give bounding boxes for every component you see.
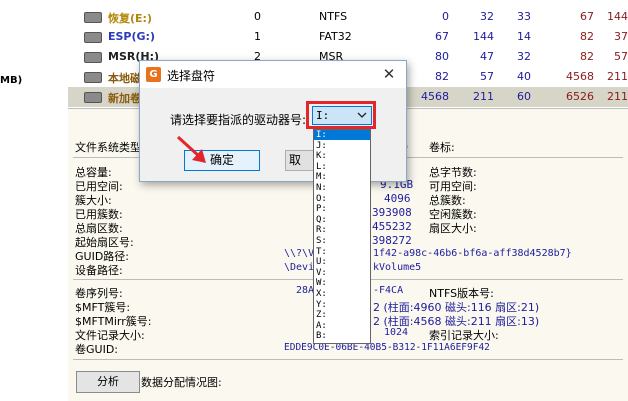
partition-c2: 32	[480, 10, 494, 23]
partition-c3: 14	[517, 30, 531, 43]
device-path-label: 设备路径:	[75, 264, 123, 277]
partition-c2: 57	[480, 70, 494, 83]
chevron-down-icon	[357, 109, 367, 124]
drive-letter-option[interactable]: K:	[314, 151, 370, 161]
total-sectors-value: 455232	[372, 220, 412, 233]
volume-guid-label: 卷GUID:	[75, 343, 118, 356]
allocation-chart-label: 数据分配情况图:	[141, 376, 222, 389]
partition-row[interactable]: 恢复(E:) 0 NTFS 0 32 33 67 144	[68, 7, 628, 27]
partition-c4: 82	[580, 30, 594, 43]
drive-letter-option[interactable]: V:	[314, 268, 370, 278]
partition-c3: 40	[517, 70, 531, 83]
drive-letter-option[interactable]: A:	[314, 321, 370, 331]
left-pane-fragment: MB)	[0, 75, 23, 86]
drive-letter-prompt: 请选择要指派的驱动器号:	[170, 113, 307, 127]
serial-value-tail: -F4CA	[373, 285, 404, 296]
guid-path-value: \\?\V	[284, 248, 315, 259]
drive-letter-option[interactable]: B:	[314, 331, 370, 341]
dialog-title: 选择盘符	[167, 69, 216, 83]
partition-name: ESP(G:)	[108, 30, 155, 43]
partition-c1: 67	[435, 30, 449, 43]
partition-fs: NTFS	[319, 10, 348, 23]
separator	[73, 359, 623, 360]
drive-letter-option[interactable]: P:	[314, 204, 370, 214]
drive-letter-option[interactable]: X:	[314, 289, 370, 299]
close-icon[interactable]: ✕	[376, 63, 402, 86]
serial-value: 28A	[296, 285, 315, 296]
partition-row[interactable]: ESP(G:) 1 FAT32 67 144 14 82 37	[68, 27, 628, 47]
volume-label-label: 卷标:	[429, 141, 455, 154]
partition-c2: 47	[480, 50, 494, 63]
guid-path-value-tail: 1f42-a98c-46b6-bf6a-aff38d4528b7}	[373, 248, 572, 259]
drive-icon	[84, 32, 102, 43]
device-path-value-tail: kVolume5	[373, 262, 422, 273]
fs-type-label: 文件系统类型	[75, 141, 141, 154]
drive-letter-option[interactable]: S:	[314, 236, 370, 246]
drive-letter-option[interactable]: L:	[314, 162, 370, 172]
partition-c1: 4568	[421, 90, 449, 103]
analyze-button[interactable]: 分析	[76, 371, 140, 393]
partition-c1: 80	[435, 50, 449, 63]
drive-letter-option[interactable]: Q:	[314, 215, 370, 225]
drive-letter-option[interactable]: M:	[314, 172, 370, 182]
drive-letter-dropdown-list: I: J: K: L: M: N: O: P: Q: R: S: T: U: V: W: X: Y: Z: A: B:	[313, 129, 371, 344]
partition-c2: 211	[473, 90, 494, 103]
drive-letter-option[interactable]: Y:	[314, 300, 370, 310]
drive-letter-option[interactable]: Z:	[314, 310, 370, 320]
partition-c5: 57	[614, 50, 628, 63]
drive-letter-option[interactable]: U:	[314, 257, 370, 267]
drive-letter-option[interactable]: O:	[314, 194, 370, 204]
start-sector-value: 398272	[372, 234, 412, 247]
left-pane: MB)	[0, 0, 69, 400]
partition-c2: 144	[473, 30, 494, 43]
partition-c1: 0	[442, 10, 449, 23]
partition-c3: 33	[517, 10, 531, 23]
used-clusters-value: 393908	[372, 206, 412, 219]
partition-c4: 82	[580, 50, 594, 63]
selected-drive-letter: I:	[316, 109, 330, 122]
partition-c5: 37	[614, 30, 628, 43]
cluster-size-value: 4096	[384, 192, 411, 205]
record-size-value: 1024	[384, 327, 409, 338]
partition-seq: 0	[254, 10, 261, 23]
drive-letter-select[interactable]: I:	[312, 106, 372, 125]
sector-size-label: 扇区大小:	[429, 222, 477, 235]
partition-name: 本地磁	[108, 72, 141, 85]
partition-c4: 4568	[566, 70, 594, 83]
partition-name: 恢复(E:)	[108, 12, 152, 25]
partition-c1: 82	[435, 70, 449, 83]
index-size-label: 索引记录大小:	[429, 329, 499, 342]
drive-letter-option[interactable]: W:	[314, 278, 370, 288]
partition-name: 新加卷	[108, 92, 141, 105]
drive-icon	[84, 52, 102, 63]
drive-icon	[84, 72, 102, 83]
partition-c3: 60	[517, 90, 531, 103]
partition-c4: 67	[580, 10, 594, 23]
partition-fs: FAT32	[319, 30, 352, 43]
partition-c5: 211	[607, 70, 628, 83]
drive-letter-option[interactable]: T:	[314, 247, 370, 257]
drive-icon	[84, 12, 102, 23]
partition-c5: 211	[607, 90, 628, 103]
device-path-value: \Devi	[284, 262, 315, 273]
drive-letter-option[interactable]: N:	[314, 183, 370, 193]
drive-icon	[84, 92, 102, 103]
partition-c5: 144	[607, 10, 628, 23]
app-logo-icon: G	[146, 67, 161, 82]
partition-c4: 6526	[566, 90, 594, 103]
red-arrow-icon	[176, 135, 206, 163]
drive-letter-option[interactable]: J:	[314, 141, 370, 151]
dialog-titlebar: G 选择盘符 ✕	[140, 61, 406, 88]
partition-seq: 1	[254, 30, 261, 43]
drive-letter-option[interactable]: R:	[314, 225, 370, 235]
drive-letter-option[interactable]: I:	[314, 130, 370, 141]
partition-c3: 32	[517, 50, 531, 63]
